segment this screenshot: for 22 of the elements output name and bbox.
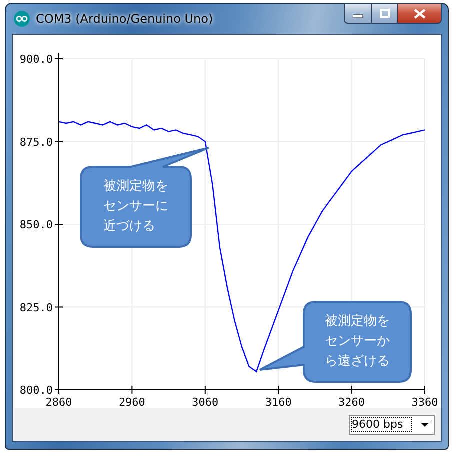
caret-icon [421,422,429,426]
maximize-icon [380,9,390,18]
x-tick-label: 3260 [338,396,366,408]
y-tick-label: 800.0 [20,384,53,397]
x-tick-label: 2860 [46,396,72,408]
x-tick-label: 2960 [118,396,146,408]
app-logo-icon [14,11,30,27]
callout-text: 被測定物をセンサーに近づける [104,178,168,236]
callout-text: 被測定物をセンサーから遠ざける [325,313,390,371]
minimize-button[interactable] [344,3,372,24]
close-icon [414,8,426,18]
x-tick-label: 3360 [412,396,438,408]
maximize-button[interactable] [372,3,398,24]
x-tick-label: 3060 [192,396,219,408]
window-title: COM3 (Arduino/Genuino Uno) [36,12,214,26]
close-button[interactable] [398,3,442,24]
baud-rate-dropdown[interactable]: 9600 bps [349,414,435,434]
y-tick-label: 850.0 [20,218,53,232]
x-tick-label: 3160 [265,396,292,408]
y-tick-label: 900.0 [20,53,53,66]
y-tick-label: 825.0 [20,301,53,314]
y-tick-label: 875.0 [20,136,53,149]
